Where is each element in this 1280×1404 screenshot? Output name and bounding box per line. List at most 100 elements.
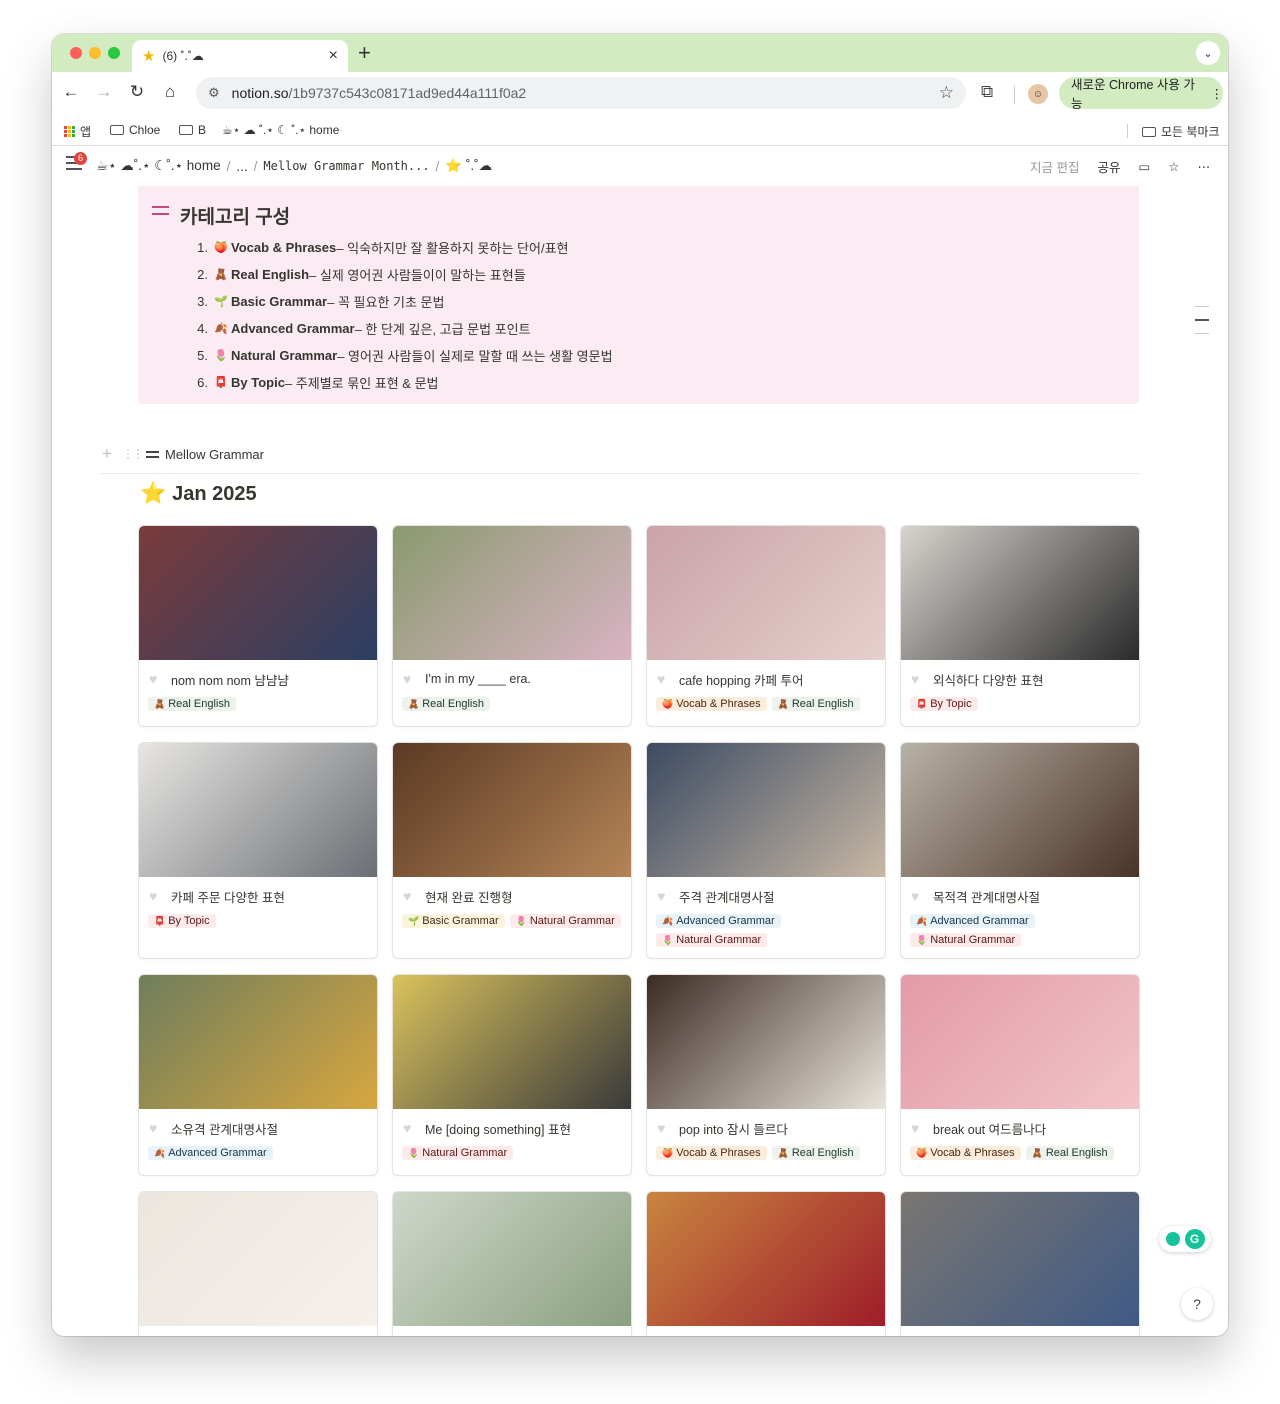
forward-icon[interactable]: → xyxy=(93,82,115,102)
bookmark-label: Chloe xyxy=(129,123,161,137)
chevron-down-icon[interactable]: ⌄ xyxy=(1196,41,1220,65)
tab-strip: ★ (6) ˚.˚☁ × + ⌄ xyxy=(52,34,1228,72)
profile-avatar[interactable]: ☺ xyxy=(1028,84,1048,104)
category-desc: – 주제별로 묶인 표현 & 문법 xyxy=(284,376,439,391)
close-window-button[interactable] xyxy=(70,47,82,59)
gallery-card[interactable]: ♥ nom nom nom 냠냠냠 🧸 Real English xyxy=(138,525,378,727)
new-tab-button[interactable]: + xyxy=(358,41,371,65)
view-name[interactable]: Mellow Grammar xyxy=(165,447,264,462)
maximize-window-button[interactable] xyxy=(108,47,120,59)
item-number: 6. xyxy=(197,375,208,390)
tag-emoji-icon: 🧸 xyxy=(408,698,420,709)
more-icon[interactable]: ⋯ xyxy=(1198,159,1211,174)
card-title-text: pop into 잠시 들르다 xyxy=(679,1122,788,1137)
bookmarks-bar: 앱 Chloe B ☕︎⋆ ☁ ˚.⋆ ☾ ˚.⋆ home 모든 북마크 xyxy=(52,116,1228,146)
category-tag: 🍂 Advanced Grammar xyxy=(656,914,781,928)
gallery-card[interactable]: ♥ 외식하다 다양한 표현 📮 By Topic xyxy=(900,525,1140,727)
card-title-text: 주격 관계대명사절 xyxy=(679,890,775,905)
browser-window: ★ (6) ˚.˚☁ × + ⌄ ← → ↻ ⌂ ⚙ notion.so /1b… xyxy=(52,34,1228,1336)
card-title-text: 목적격 관계대명사절 xyxy=(933,890,1040,905)
active-tab[interactable]: ★ (6) ˚.˚☁ × xyxy=(132,40,348,72)
extensions-icon[interactable]: ⧉ xyxy=(981,82,993,102)
reload-icon[interactable]: ↻ xyxy=(126,82,148,102)
gallery-card[interactable]: ♥ 카페 주문 다양한 표현 📮 By Topic xyxy=(138,742,378,959)
bookmark-apps[interactable]: 앱 xyxy=(64,123,91,140)
site-settings-icon[interactable]: ⚙ xyxy=(208,85,220,101)
breadcrumb-home[interactable]: ☕︎⋆ ☁˚.⋆ ☾˚.⋆ home xyxy=(96,158,221,174)
drag-handle-icon[interactable]: ⋮⋮ xyxy=(122,447,144,461)
heart-icon: ♥ xyxy=(911,1119,920,1136)
add-block-icon[interactable]: + xyxy=(102,444,112,464)
home-icon[interactable]: ⌂ xyxy=(159,82,181,102)
tab-title: (6) ˚.˚☁ xyxy=(162,49,204,63)
heart-icon: ♥ xyxy=(403,1119,412,1136)
category-name: Basic Grammar xyxy=(231,294,328,309)
tag-emoji-icon: 🍑 xyxy=(662,698,674,709)
gallery-card[interactable] xyxy=(138,1191,378,1336)
grammarly-widget[interactable]: G xyxy=(1159,1226,1211,1252)
address-bar[interactable]: ⚙ notion.so /1b9737c543c08171ad9ed44a111… xyxy=(196,77,966,109)
tag-label: By Topic xyxy=(168,915,210,927)
favorite-star-icon[interactable]: ☆ xyxy=(1168,159,1179,174)
tag-emoji-icon: 🧸 xyxy=(777,1147,789,1158)
bookmark-chloe[interactable]: Chloe xyxy=(110,123,160,137)
bookmark-label: ☕︎⋆ ☁ ˚.⋆ ☾ ˚.⋆ home xyxy=(222,123,340,137)
gallery-card[interactable]: ♥ 현재 완료 진행형 🌱 Basic Grammar 🌷 Natural Grammar xyxy=(392,742,632,959)
card-tags: 🌱 Basic Grammar 🌷 Natural Grammar xyxy=(393,914,631,938)
card-cover-image xyxy=(647,743,885,877)
card-title-text: Me [doing something] 표현 xyxy=(425,1122,571,1137)
category-tag: 🍑 Vocab & Phrases xyxy=(910,1146,1021,1160)
help-button[interactable]: ? xyxy=(1181,1288,1213,1320)
card-tags: 🧸 Real English xyxy=(393,697,631,721)
bookmark-star-icon[interactable]: ☆ xyxy=(939,83,954,103)
gallery-card[interactable] xyxy=(646,1191,886,1336)
card-title: ♥ break out 여드름나다 xyxy=(901,1110,1139,1146)
tag-emoji-icon: 🍂 xyxy=(662,915,674,926)
breadcrumb-current[interactable]: ⭐ ˚.˚☁ xyxy=(445,158,492,174)
gallery-card[interactable]: ♥ 주격 관계대명사절 🍂 Advanced Grammar 🌷 Natural Gram… xyxy=(646,742,886,959)
tag-label: Natural Grammar xyxy=(422,1147,508,1159)
category-tag: 🧸 Real English xyxy=(1025,1146,1114,1160)
category-item: 4. 🍂 Advanced Grammar – 한 단계 깊은, 고급 문법 포인트 xyxy=(186,315,613,342)
share-button[interactable]: 공유 xyxy=(1097,157,1120,176)
gallery-card[interactable]: ♥ pop into 잠시 들르다 🍑 Vocab & Phrases 🧸 Real En… xyxy=(646,974,886,1176)
minimize-window-button[interactable] xyxy=(89,47,101,59)
category-item: 1. 🍑 Vocab & Phrases – 익숙하지만 잘 활용하지 못하는 단어… xyxy=(186,234,613,261)
category-tag: 🍑 Vocab & Phrases xyxy=(656,697,767,711)
gallery-card[interactable] xyxy=(392,1191,632,1336)
all-bookmarks[interactable]: 모든 북마크 xyxy=(1142,123,1220,140)
gallery-card[interactable]: ♥ break out 여드름나다 🍑 Vocab & Phrases 🧸 Real En… xyxy=(900,974,1140,1176)
outline-indicator[interactable] xyxy=(1195,306,1209,346)
bookmark-home[interactable]: ☕︎⋆ ☁ ˚.⋆ ☾ ˚.⋆ home xyxy=(222,123,339,137)
category-desc: – 실제 영어권 사람들이이 말하는 표현들 xyxy=(309,268,526,283)
category-emoji-icon: 🌱 xyxy=(214,296,228,308)
close-icon[interactable]: × xyxy=(329,47,338,65)
category-callout: 카테고리 구성 1. 🍑 Vocab & Phrases – 익숙하지만 잘 활용하… xyxy=(138,186,1139,404)
browser-toolbar: ← → ↻ ⌂ ⚙ notion.so /1b9737c543c08171ad9… xyxy=(52,72,1228,116)
star-icon: ⭐ xyxy=(140,482,167,505)
tag-label: Advanced Grammar xyxy=(930,915,1029,927)
bookmark-b[interactable]: B xyxy=(179,123,206,137)
category-name: Natural Grammar xyxy=(231,348,338,363)
category-name: Advanced Grammar xyxy=(231,321,355,336)
gallery-card[interactable]: ♥ 소유격 관계대명사절 🍂 Advanced Grammar xyxy=(138,974,378,1176)
tag-label: Real English xyxy=(168,698,230,710)
breadcrumb-ellipsis[interactable]: ... xyxy=(236,159,247,174)
chrome-update-button[interactable]: 새로운 Chrome 사용 가능 ⋮ xyxy=(1059,77,1223,111)
back-icon[interactable]: ← xyxy=(60,82,82,102)
gallery-card[interactable]: ♥ cafe hopping 카페 투어 🍑 Vocab & Phrases 🧸 Real… xyxy=(646,525,886,727)
gallery-card[interactable] xyxy=(900,1191,1140,1336)
gallery-card[interactable]: ♥ I'm in my ____ era. 🧸 Real English xyxy=(392,525,632,727)
breadcrumb: ☕︎⋆ ☁˚.⋆ ☾˚.⋆ home / ... / Mellow Gramma… xyxy=(96,158,492,174)
breadcrumb-parent[interactable]: Mellow Grammar Month... xyxy=(263,159,429,173)
gallery-card[interactable]: ♥ Me [doing something] 표현 🌷 Natural Grammar xyxy=(392,974,632,1176)
category-tag: 🍂 Advanced Grammar xyxy=(910,914,1035,928)
item-number: 3. xyxy=(197,294,208,309)
category-tag: 🌷 Natural Grammar xyxy=(402,1146,514,1160)
gallery-card[interactable]: ♥ 목적격 관계대명사절 🍂 Advanced Grammar 🌷 Natural Gra… xyxy=(900,742,1140,959)
category-tag: 🧸 Real English xyxy=(771,1146,860,1160)
comment-icon[interactable]: ▭ xyxy=(1138,159,1150,174)
category-list: 1. 🍑 Vocab & Phrases – 익숙하지만 잘 활용하지 못하는 단어… xyxy=(186,234,613,396)
breadcrumb-separator: / xyxy=(435,158,440,174)
category-item: 3. 🌱 Basic Grammar – 꼭 필요한 기초 문법 xyxy=(186,288,613,315)
